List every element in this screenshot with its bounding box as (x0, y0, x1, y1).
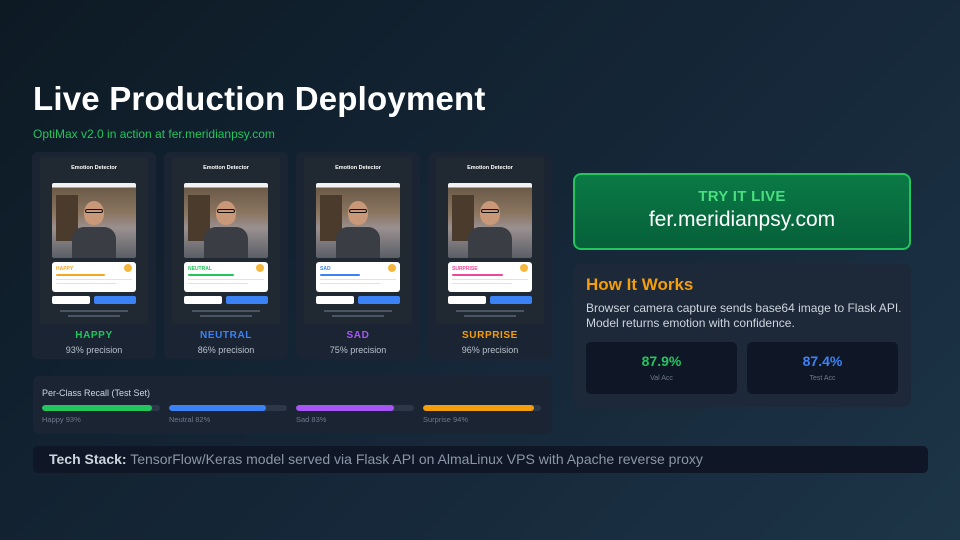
precision-text: 75% precision (329, 345, 387, 355)
emotion-result-label: SAD (320, 266, 331, 272)
recall-bar-neutral (169, 405, 287, 411)
precision-text: 86% precision (197, 345, 255, 355)
camera-preview (52, 183, 136, 258)
emotion-label: HAPPY (75, 330, 113, 341)
emoji-icon (124, 264, 132, 272)
recall-fill (169, 405, 266, 411)
emotion-result-card: HAPPY (52, 262, 136, 292)
recall-bar-sad (296, 405, 414, 411)
precision-text: 93% precision (65, 345, 123, 355)
page-subtitle: OptiMax v2.0 in action at fer.meridianps… (33, 127, 275, 141)
capture-button (226, 296, 268, 304)
emoji-icon (388, 264, 396, 272)
recall-fill (423, 405, 534, 411)
live-url-link[interactable]: fer.meridianpsy.com (575, 208, 909, 232)
camera-preview (316, 183, 400, 258)
emoji-icon (520, 264, 528, 272)
camera-preview (448, 183, 532, 258)
metric-label: Test Acc (809, 375, 836, 382)
reset-button (184, 296, 222, 304)
recall-label-sad: Sad 83% (296, 415, 327, 424)
try-it-live-banner[interactable]: TRY IT LIVE fer.meridianpsy.com (573, 173, 911, 250)
emotion-result-card: SURPRISE (448, 262, 532, 292)
tech-stack-text: TensorFlow/Keras model served via Flask … (130, 451, 703, 467)
recall-fill (42, 405, 152, 411)
recall-title: Per-Class Recall (Test Set) (42, 388, 151, 398)
tech-stack-label: Tech Stack: (49, 451, 127, 467)
emoji-icon (256, 264, 264, 272)
app-screenshot: Emotion Detector HAPPY (40, 157, 148, 324)
camera-preview (184, 183, 268, 258)
metric-value: 87.9% (641, 353, 682, 369)
how-it-works-panel: How It Works Browser camera capture send… (573, 264, 911, 407)
page-title: Live Production Deployment (33, 80, 486, 117)
confidence-bar (320, 274, 360, 276)
try-it-live-label: TRY IT LIVE (698, 188, 786, 205)
app-screenshot-title: Emotion Detector (335, 165, 381, 171)
emotion-result-label: NEUTRAL (188, 266, 212, 272)
recall-label-surprise: Surprise 94% (423, 415, 469, 424)
app-screenshot: Emotion Detector NEUTRAL (172, 157, 280, 324)
app-screenshot: Emotion Detector SURPRISE (436, 157, 544, 324)
recall-label-neutral: Neutral 82% (169, 415, 211, 424)
screenshot-card-sad: Emotion Detector SAD SAD 75% precision (296, 152, 420, 359)
precision-text: 96% precision (461, 345, 519, 355)
recall-bar-surprise (423, 405, 541, 411)
metric-value: 87.4% (802, 353, 843, 369)
app-screenshot-title: Emotion Detector (71, 165, 117, 171)
metric-val-acc: 87.9% Val Acc (586, 342, 737, 394)
emotion-result-card: SAD (316, 262, 400, 292)
emotion-result-label: SURPRISE (452, 266, 478, 272)
reset-button (316, 296, 354, 304)
capture-button (94, 296, 136, 304)
how-it-works-description: Browser camera capture sends base64 imag… (586, 301, 902, 330)
capture-button (490, 296, 532, 304)
emotion-label: SAD (346, 330, 370, 341)
confidence-bar (452, 274, 504, 276)
screenshot-card-surprise: Emotion Detector SURPRISE SURPRISE 96% p… (428, 152, 552, 359)
screenshot-card-happy: Emotion Detector HAPPY HAPPY 93% precisi… (32, 152, 156, 359)
app-screenshot-title: Emotion Detector (203, 165, 249, 171)
recall-panel: Per-Class Recall (Test Set) Happy 93% Ne… (33, 376, 552, 434)
emotion-result-label: HAPPY (56, 266, 74, 272)
emotion-label: SURPRISE (462, 330, 518, 341)
recall-bar-happy (42, 405, 160, 411)
app-screenshot: Emotion Detector SAD (304, 157, 412, 324)
metric-test-acc: 87.4% Test Acc (747, 342, 898, 394)
screenshot-card-neutral: Emotion Detector NEUTRAL NEUTRAL 86% pre… (164, 152, 288, 359)
capture-button (358, 296, 400, 304)
tech-stack-bar: Tech Stack: TensorFlow/Keras model serve… (33, 446, 928, 473)
recall-fill (296, 405, 394, 411)
reset-button (52, 296, 90, 304)
emotion-result-card: NEUTRAL (184, 262, 268, 292)
reset-button (448, 296, 486, 304)
emotion-label: NEUTRAL (200, 330, 252, 341)
confidence-bar (188, 274, 234, 276)
app-screenshot-title: Emotion Detector (467, 165, 513, 171)
how-it-works-title: How It Works (586, 275, 694, 294)
confidence-bar (56, 274, 106, 276)
metric-label: Val Acc (650, 375, 673, 382)
recall-label-happy: Happy 93% (42, 415, 81, 424)
